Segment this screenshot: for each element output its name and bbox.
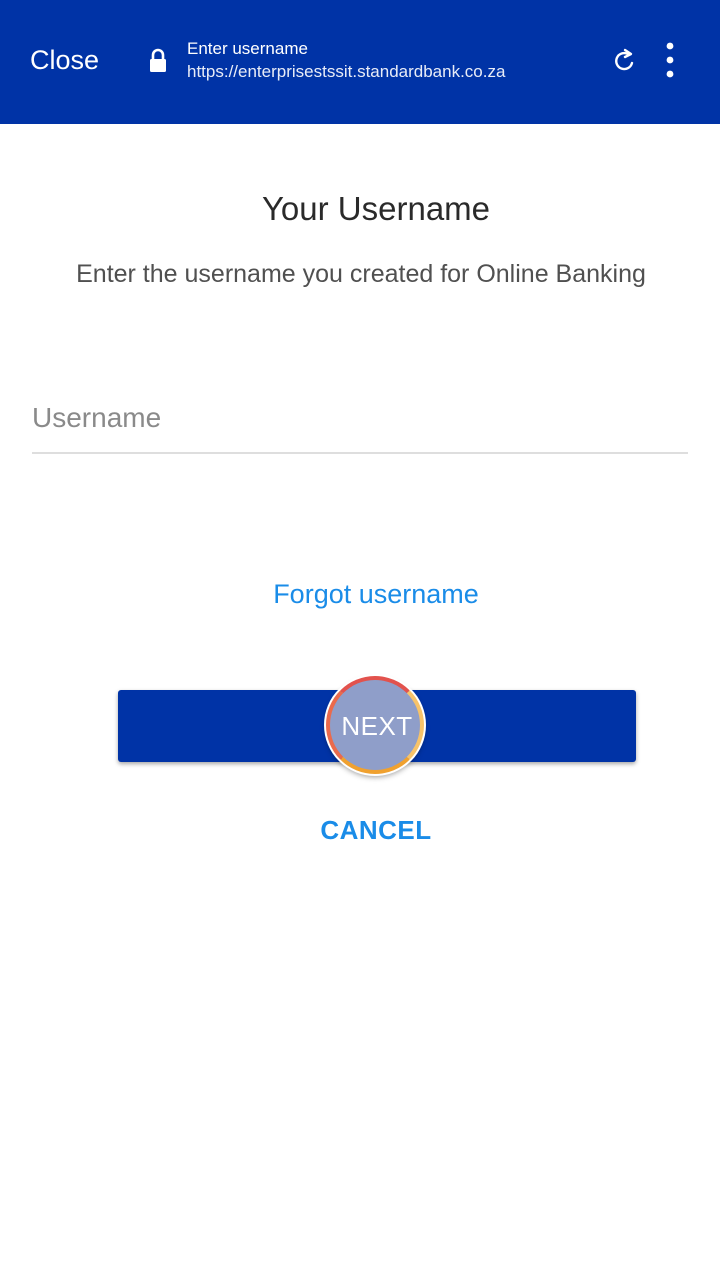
next-button[interactable]: NEXT xyxy=(118,676,636,774)
browser-toolbar: Close Enter username https://enterprises… xyxy=(0,0,720,124)
address-bar[interactable]: Enter username https://enterprisestssit.… xyxy=(187,38,587,84)
page-subtitle: Enter the username you created for Onlin… xyxy=(76,260,646,288)
more-vert-icon[interactable] xyxy=(660,40,680,82)
username-input[interactable] xyxy=(32,390,688,446)
refresh-icon[interactable] xyxy=(610,46,638,78)
username-field xyxy=(32,390,688,454)
next-button-label: NEXT xyxy=(341,711,413,741)
url-text: https://enterprisestssit.standardbank.co… xyxy=(187,62,506,81)
forgot-username-link[interactable]: Forgot username xyxy=(0,574,720,614)
page-title: Your Username xyxy=(261,190,491,227)
cancel-button[interactable]: CANCEL xyxy=(0,810,720,850)
lock-icon xyxy=(150,48,166,72)
close-button[interactable]: Close xyxy=(30,42,99,78)
tab-page-title: Enter username xyxy=(187,39,308,58)
